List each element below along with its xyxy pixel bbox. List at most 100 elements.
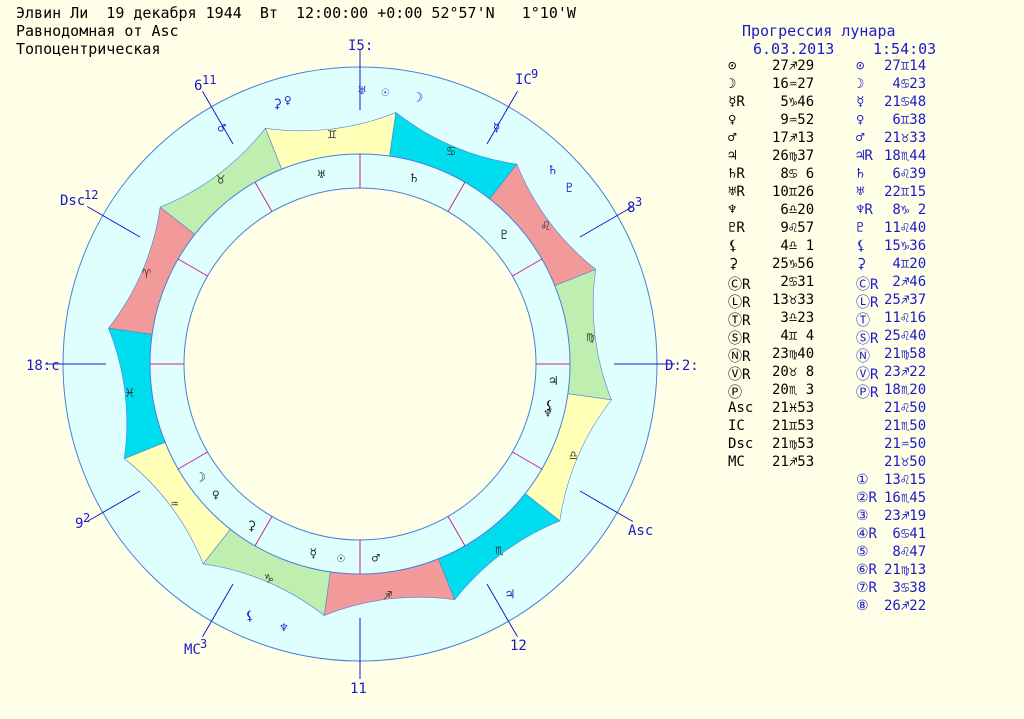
table-row-value: 20♏ 3 xyxy=(772,382,815,398)
table-row-symbol: ⓅR xyxy=(856,385,879,401)
table-row-value: 16♏45 xyxy=(884,490,927,506)
table-row-value: 20♉ 8 xyxy=(772,364,815,380)
table-row-value: 23♐19 xyxy=(884,508,927,524)
sign-glyph: ♏ xyxy=(495,543,504,559)
progressed-planet-glyph: ♃ xyxy=(506,587,514,602)
table-row-value: 23♐22 xyxy=(884,364,927,380)
center-circle xyxy=(183,187,537,541)
progressed-planet-glyph: ☿ xyxy=(493,121,501,136)
table-row-value: 4♎ 1 xyxy=(772,238,815,254)
table-row-symbol: ⊙ xyxy=(728,58,737,74)
sign-glyph: ♈ xyxy=(142,266,151,282)
table-row-symbol: ⓈR xyxy=(856,331,879,347)
table-row-value: 16♒27 xyxy=(772,76,815,92)
table-row-value: 13♉33 xyxy=(772,292,815,308)
table-row-symbol: MC xyxy=(728,454,745,470)
sign-glyph: ♍ xyxy=(586,329,594,345)
sign-glyph: ♌ xyxy=(541,218,550,234)
natal-planet-glyph: ♃ xyxy=(549,374,557,389)
table-row-symbol: ♇ xyxy=(856,220,865,236)
table-row-value: 21♋48 xyxy=(884,94,927,110)
table-row-symbol: ☽ xyxy=(856,76,865,92)
table-row-symbol: Ⓟ xyxy=(728,385,742,401)
table-row-symbol: ♇R xyxy=(728,220,745,236)
house-label: 12 xyxy=(510,638,527,654)
table-row-value: 9♌57 xyxy=(772,220,815,236)
table-row-symbol: ♅R xyxy=(728,184,745,200)
progressed-planet-glyph: ♅ xyxy=(358,84,366,99)
table-row-value: 4♊ 4 xyxy=(772,328,815,344)
astrology-wheel: ♈♉♊♋♌♍♎♏♐♑♒♓18:c D:2:I5:116 11 IC 98 3Dsc129 2… xyxy=(26,38,699,697)
table-row-value: 21♍13 xyxy=(884,562,927,578)
table-row-symbol: ⒸR xyxy=(856,277,879,293)
wheel-edge-label: D:2: xyxy=(665,358,699,374)
table-row-symbol: ⚸ xyxy=(856,238,867,254)
natal-planet-glyph: ♇ xyxy=(500,228,508,243)
table-row-symbol: ⚸ xyxy=(728,238,739,254)
table-row-value: 3♎23 xyxy=(772,310,815,326)
table-row-symbol: ☽ xyxy=(728,76,737,92)
progressed-planet-glyph: ⚳ xyxy=(272,97,282,112)
table-row-value: 18♏44 xyxy=(884,148,927,164)
house-label: IC xyxy=(515,72,532,88)
table-row-symbol: ♃R xyxy=(856,148,873,164)
natal-planet-glyph: ☿ xyxy=(309,546,317,561)
table-row-value: 26♐22 xyxy=(884,598,927,614)
table-row-value: 21♒50 xyxy=(884,436,927,452)
table-row-value: 2♋31 xyxy=(772,274,815,290)
table-row-symbol: ♅ xyxy=(856,184,865,200)
progressed-planet-glyph: ♂ xyxy=(218,121,226,136)
progressed-planet-glyph: ☉ xyxy=(381,85,389,100)
table-row-value: 21♓53 xyxy=(772,400,815,416)
table-row-value: 21♌50 xyxy=(884,400,927,416)
house-label-sub: 3 xyxy=(635,195,642,209)
sign-glyph: ♑ xyxy=(265,570,274,586)
wheel-edge-label: 11 xyxy=(350,681,367,697)
table-row-value: 3♋38 xyxy=(884,580,927,596)
progressed-planet-glyph: ⚸ xyxy=(245,609,255,624)
progressed-planet-glyph: ♆ xyxy=(280,621,288,636)
table-row-symbol: ♆R xyxy=(856,202,873,218)
sign-glyph: ♊ xyxy=(328,127,337,143)
table-row-symbol: ④R xyxy=(856,526,877,542)
progressed-planet-glyph: ♄ xyxy=(549,163,557,178)
house-label-sub: 2 xyxy=(83,511,90,525)
table-row-value: 21♉50 xyxy=(884,454,927,470)
table-row-value: 21♍53 xyxy=(772,436,815,452)
table-row-symbol: Ⓣ xyxy=(856,313,870,329)
table-row-symbol: ⚳ xyxy=(728,256,739,272)
table-row-symbol: ♂ xyxy=(728,130,737,146)
table-row-value: 6♊38 xyxy=(884,112,927,128)
house-label-sub: 9 xyxy=(531,67,538,81)
table-row-symbol: ②R xyxy=(856,490,877,506)
sign-glyph: ♉ xyxy=(217,171,226,187)
natal-planet-glyph: ☽ xyxy=(198,471,206,486)
table-row-value: 21♐53 xyxy=(772,454,815,470)
table-row-value: 17♐13 xyxy=(772,130,815,146)
table-row-symbol: ⓁR xyxy=(856,295,879,311)
table-row-value: 25♐37 xyxy=(884,292,927,308)
natal-planet-glyph: ♅ xyxy=(317,168,325,183)
table-row-value: 2♐46 xyxy=(884,274,927,290)
table-row-value: 22♊15 xyxy=(884,184,927,200)
wheel-edge-label: 18:c xyxy=(26,358,60,374)
table-row-symbol: IC xyxy=(728,418,745,434)
sign-glyph: ♋ xyxy=(447,144,455,160)
table-row-value: 25♑56 xyxy=(772,256,815,272)
house-label-sub: 3 xyxy=(200,637,207,651)
progression-time: 1:54:03 xyxy=(873,40,937,58)
table-row-value: 11♌40 xyxy=(884,220,927,236)
table-row-value: 21♍58 xyxy=(884,346,927,362)
natal-planet-glyph: ⚳ xyxy=(247,519,257,534)
natal-planet-glyph: ♂ xyxy=(372,551,380,566)
progression-date: 6.03.2013 xyxy=(753,40,835,58)
table-row-value: 15♑36 xyxy=(884,238,927,254)
table-row-symbol: ⓁR xyxy=(728,295,751,311)
natal-planet-glyph: ⚸ xyxy=(545,399,555,414)
table-row-symbol: ♄R xyxy=(728,166,745,182)
table-row-value: 27♊14 xyxy=(884,58,927,74)
table-row-symbol: ⑧ xyxy=(856,598,869,614)
table-row-symbol: ♃ xyxy=(728,148,737,164)
table-row-symbol: ♆ xyxy=(728,202,737,218)
table-row-symbol: ⊙ xyxy=(856,58,865,74)
